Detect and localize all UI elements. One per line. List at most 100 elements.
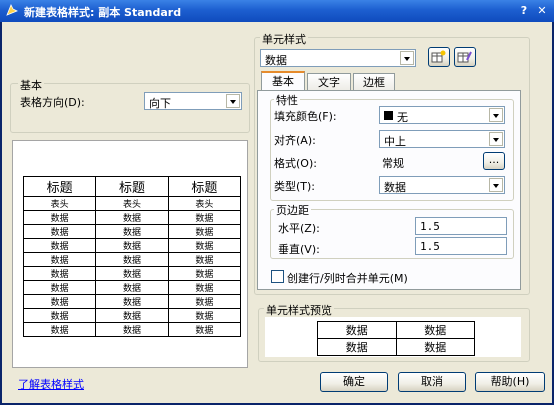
properties-group-label: 特性 xyxy=(274,92,300,108)
preview-data-row: 数据 数据 数据 xyxy=(22,252,242,267)
preview-header-row: 表头 表头 表头 xyxy=(22,196,242,211)
fill-color-swatch xyxy=(384,111,393,120)
fill-color-label: 填充颜色(F): xyxy=(274,110,337,123)
preview-data-cell: 数据 xyxy=(22,224,97,239)
format-button[interactable]: ... xyxy=(483,152,505,170)
preview-data-cell: 数据 xyxy=(95,308,169,323)
cell-preview-cell: 数据 xyxy=(317,338,397,356)
help-button[interactable]: 帮助(H) xyxy=(475,372,545,392)
dialog-window: 新建表格样式: 副本 Standard ? ✕ 基本 表格方向(D): 向下 标… xyxy=(0,0,554,405)
preview-data-cell: 数据 xyxy=(95,210,169,225)
preview-title-cell: 标题 xyxy=(22,176,97,197)
alignment-value: 中上 xyxy=(384,135,406,148)
preview-data-cell: 数据 xyxy=(22,266,97,281)
merge-cells-label[interactable]: 创建行/列时合并单元(M) xyxy=(287,270,408,286)
preview-data-row: 数据 数据 数据 xyxy=(22,294,242,309)
preview-header-cell: 表头 xyxy=(167,196,242,211)
preview-data-row: 数据 数据 数据 xyxy=(22,308,242,323)
ok-button[interactable]: 确定 xyxy=(320,372,388,392)
preview-data-cell: 数据 xyxy=(167,238,242,253)
close-button[interactable]: ✕ xyxy=(534,3,550,18)
preview-data-cell: 数据 xyxy=(95,280,169,295)
format-value: 常规 xyxy=(382,157,404,170)
fill-color-select[interactable]: 无 xyxy=(379,106,505,124)
chevron-down-icon[interactable] xyxy=(489,132,503,146)
type-value: 数据 xyxy=(384,181,406,194)
table-style-icon xyxy=(6,4,18,16)
alignment-select[interactable]: 中上 xyxy=(379,130,505,148)
chevron-down-icon[interactable] xyxy=(226,94,240,108)
preview-data-row: 数据 数据 数据 xyxy=(22,224,242,239)
chevron-down-icon[interactable] xyxy=(489,108,503,122)
direction-label: 表格方向(D): xyxy=(20,96,85,109)
preview-data-cell: 数据 xyxy=(22,322,97,337)
preview-data-cell: 数据 xyxy=(95,266,169,281)
preview-data-rows: 数据 数据 数据 数据 数据 数据 数据 数据 数据 数据 数据 数据 数据 数据 数据 数据 数据 数据 数据 数据… xyxy=(22,210,242,337)
tab-text[interactable]: 文字 xyxy=(307,73,351,91)
merge-cells-checkbox[interactable] xyxy=(271,270,284,283)
preview-data-cell: 数据 xyxy=(22,210,97,225)
preview-data-cell: 数据 xyxy=(22,238,97,253)
cell-style-preview: 数据 数据 数据 数据 xyxy=(265,317,521,357)
chevron-down-icon[interactable] xyxy=(489,178,503,192)
preview-data-row: 数据 数据 数据 xyxy=(22,266,242,281)
vertical-margin-label: 垂直(V): xyxy=(278,243,320,256)
type-label: 类型(T): xyxy=(274,180,316,193)
preview-data-cell: 数据 xyxy=(95,238,169,253)
alignment-label: 对齐(A): xyxy=(274,134,316,147)
cell-style-value: 数据 xyxy=(265,54,287,67)
vertical-margin-input[interactable]: 1.5 xyxy=(415,237,507,255)
cell-style-group-label: 单元样式 xyxy=(260,31,308,47)
manage-style-icon xyxy=(457,51,472,63)
direction-value: 向下 xyxy=(149,97,171,110)
cancel-button[interactable]: 取消 xyxy=(398,372,466,392)
preview-data-cell: 数据 xyxy=(22,308,97,323)
preview-data-cell: 数据 xyxy=(167,252,242,267)
tab-border[interactable]: 边框 xyxy=(353,73,395,91)
preview-data-cell: 数据 xyxy=(167,210,242,225)
preview-header-cell: 表头 xyxy=(95,196,169,211)
manage-cell-style-button[interactable] xyxy=(454,47,476,67)
preview-data-cell: 数据 xyxy=(167,308,242,323)
preview-data-row: 数据 数据 数据 xyxy=(22,210,242,225)
preview-data-cell: 数据 xyxy=(167,280,242,295)
preview-data-cell: 数据 xyxy=(95,252,169,267)
preview-data-cell: 数据 xyxy=(95,294,169,309)
preview-data-cell: 数据 xyxy=(167,322,242,337)
new-style-icon xyxy=(431,50,446,63)
preview-data-cell: 数据 xyxy=(22,280,97,295)
learn-table-styles-link[interactable]: 了解表格样式 xyxy=(18,376,84,392)
preview-data-row: 数据 数据 数据 xyxy=(22,238,242,253)
preview-data-row: 数据 数据 数据 xyxy=(22,322,242,337)
preview-data-cell: 数据 xyxy=(167,224,242,239)
cell-preview-cell: 数据 xyxy=(317,321,397,339)
fill-color-value: 无 xyxy=(397,111,408,124)
new-cell-style-button[interactable] xyxy=(428,47,450,67)
cell-preview-cell: 数据 xyxy=(395,338,475,356)
basic-group-label: 基本 xyxy=(18,77,44,93)
preview-data-cell: 数据 xyxy=(95,322,169,337)
help-title-button[interactable]: ? xyxy=(516,3,532,18)
dialog-body: 基本 表格方向(D): 向下 标题 标题 标题 表头 表头 表头 数据 数据 数据数… xyxy=(2,22,552,403)
cell-preview-row: 数据 数据 xyxy=(317,338,475,356)
cell-preview-table: 数据 数据 数据 数据 xyxy=(317,321,475,356)
preview-title-cell: 标题 xyxy=(167,176,242,197)
type-select[interactable]: 数据 xyxy=(379,176,505,194)
format-label: 格式(O): xyxy=(274,157,317,170)
table-style-preview: 标题 标题 标题 表头 表头 表头 数据 数据 数据 数据 数据 数据 数据 数据 数据 数据 数据… xyxy=(12,140,248,368)
cell-style-select[interactable]: 数据 xyxy=(260,49,416,67)
direction-select[interactable]: 向下 xyxy=(144,92,242,110)
preview-data-cell: 数据 xyxy=(95,224,169,239)
preview-data-row: 数据 数据 数据 xyxy=(22,280,242,295)
cell-preview-row: 数据 数据 xyxy=(317,321,475,339)
cell-preview-cell: 数据 xyxy=(395,321,475,339)
preview-title-cell: 标题 xyxy=(95,176,169,197)
title-bar[interactable]: 新建表格样式: 副本 Standard ? ✕ xyxy=(0,0,554,22)
window-title: 新建表格样式: 副本 Standard xyxy=(24,6,182,19)
preview-title-row: 标题 标题 标题 xyxy=(22,176,242,197)
preview-data-cell: 数据 xyxy=(167,294,242,309)
horizontal-margin-input[interactable]: 1.5 xyxy=(415,217,507,235)
chevron-down-icon[interactable] xyxy=(400,51,414,65)
preview-data-cell: 数据 xyxy=(22,294,97,309)
tab-basic[interactable]: 基本 xyxy=(261,71,305,91)
